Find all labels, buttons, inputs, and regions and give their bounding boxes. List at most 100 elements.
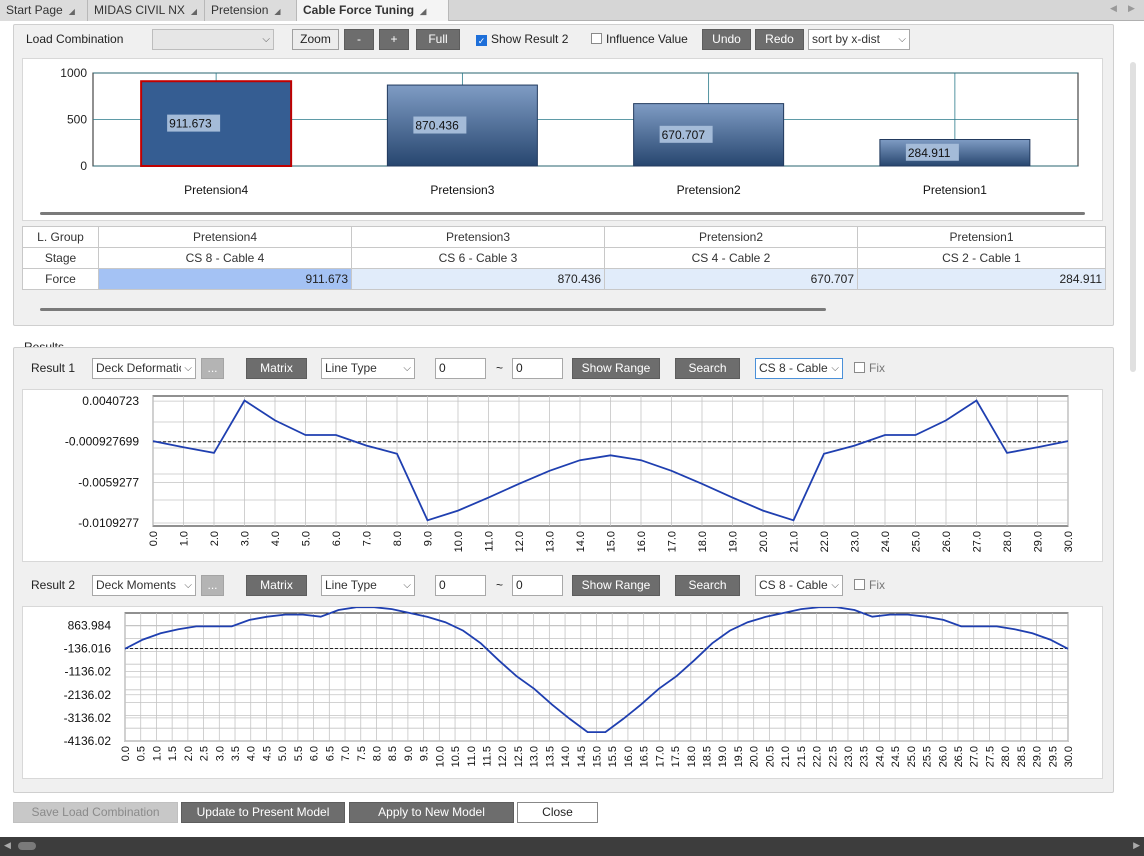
result1-chart-panel: 0.0 1.0 2.0 3.0 4.0 5.0 6.0 7.0 8.0 9.0 10.0 11.0 12… (22, 389, 1103, 562)
category-label: Pretension3 (430, 183, 494, 197)
result1-range-to-input[interactable]: 0 (512, 358, 563, 379)
result2-more-button[interactable]: ... (201, 575, 224, 596)
redo-button[interactable]: Redo (755, 29, 804, 50)
scroll-left-icon[interactable]: ◀ (4, 840, 11, 851)
full-button[interactable]: Full (416, 29, 460, 50)
group-cell: Pretension2 (604, 226, 858, 248)
influence-value-checkbox[interactable]: Influence Value (591, 32, 688, 46)
table-horizontal-scrollbar[interactable] (40, 308, 826, 311)
x-tick-label: 6.0 (331, 531, 343, 546)
x-tick-label: 15.5 (607, 746, 619, 767)
result2-chart-panel: 0.0 0.5 1.0 1.5 2.0 2.5 3.0 3.5 4.0 4.5 5.0 5.5 6.0 6… (22, 606, 1103, 779)
x-tick-label: 18.0 (686, 746, 698, 767)
chart-horizontal-scrollbar[interactable] (40, 212, 1085, 215)
apply-to-new-model-button[interactable]: Apply to New Model (349, 802, 514, 823)
load-combination-select[interactable]: ⌵ (152, 29, 274, 50)
x-tick-label: 1.5 (167, 746, 179, 761)
row-label: Stage (22, 247, 99, 269)
tab-scroll-left-icon[interactable]: ◀ (1110, 3, 1117, 14)
force-cell[interactable]: 670.707 (604, 268, 858, 290)
result2-line-type-select[interactable]: Line Type ⌵ (321, 575, 415, 596)
x-tick-label: 21.0 (789, 531, 801, 552)
group-cell: Pretension4 (98, 226, 352, 248)
tab-midas-civil[interactable]: MIDAS CIVIL NX ◢ (88, 0, 205, 21)
tab-pin-icon: ◢ (68, 7, 75, 16)
x-tick-label: 9.0 (403, 746, 415, 761)
result2-show-range-button[interactable]: Show Range (572, 575, 660, 596)
tab-label: MIDAS CIVIL NX (94, 3, 185, 17)
y-tick-label: -3136.02 (64, 711, 112, 725)
force-cell[interactable]: 911.673 (98, 268, 352, 290)
y-tick-label: 0.0040723 (82, 394, 139, 408)
result2-range-from-input[interactable]: 0 (435, 575, 486, 596)
bottom-scrollbar[interactable]: ◀ ▶ (0, 837, 1144, 856)
y-tick-label: -136.016 (64, 642, 112, 656)
x-tick-label: 29.0 (1032, 746, 1044, 767)
chevron-down-icon: ⌵ (401, 576, 411, 595)
undo-button[interactable]: Undo (702, 29, 751, 50)
x-tick-label: 14.0 (560, 746, 572, 767)
x-tick-label: 12.5 (513, 746, 525, 767)
category-label: Pretension4 (184, 183, 248, 197)
x-tick-label: 7.0 (362, 531, 374, 546)
x-tick-label: 4.5 (261, 746, 273, 761)
bar-value-label: 911.673 (169, 117, 212, 131)
x-tick-label: 22.0 (819, 531, 831, 552)
scroll-thumb[interactable] (1130, 62, 1136, 372)
scroll-right-icon[interactable]: ▶ (1133, 840, 1140, 851)
group-cell: Pretension1 (857, 226, 1106, 248)
result1-matrix-button[interactable]: Matrix (246, 358, 307, 379)
x-tick-label: 17.5 (670, 746, 682, 767)
result2-search-button[interactable]: Search (675, 575, 740, 596)
result2-matrix-button[interactable]: Matrix (246, 575, 307, 596)
show-result2-checkbox[interactable]: ✓ Show Result 2 (476, 32, 568, 46)
table-row: Force 911.673 870.436 670.707 284.911 (22, 268, 1106, 290)
x-tick-label: 0.0 (148, 531, 160, 546)
zoom-in-button[interactable]: + (379, 29, 409, 50)
x-tick-label: 28.0 (1000, 746, 1012, 767)
x-tick-label: 20.0 (749, 746, 761, 767)
result1-fix-checkbox[interactable]: Fix (854, 361, 885, 375)
chevron-down-icon: ⌵ (829, 359, 839, 378)
x-tick-label: 18.0 (697, 531, 709, 552)
zoom-button[interactable]: Zoom (292, 29, 339, 50)
x-tick-label: 24.0 (880, 531, 892, 552)
result1-type-select[interactable]: Deck Deformation⌵ (92, 358, 196, 379)
tab-scroll-right-icon[interactable]: ▶ (1128, 3, 1135, 14)
force-cell[interactable]: 870.436 (351, 268, 605, 290)
tab-start-page[interactable]: Start Page ◢ (0, 0, 88, 21)
result1-stage-select[interactable]: CS 8 - Cable 4⌵ (755, 358, 843, 379)
x-tick-label: 3.0 (214, 746, 226, 761)
tab-pin-icon: ◢ (274, 7, 281, 16)
x-tick-label: 9.0 (423, 531, 435, 546)
sort-select[interactable]: sort by x-dist ⌵ (808, 29, 910, 50)
result1-range-from-input[interactable]: 0 (435, 358, 486, 379)
result2-range-to-input[interactable]: 0 (512, 575, 563, 596)
chevron-down-icon: ⌵ (260, 30, 270, 49)
force-cell[interactable]: 284.911 (857, 268, 1106, 290)
tab-pretension[interactable]: Pretension ◢ (205, 0, 297, 21)
x-tick-label: 26.0 (937, 746, 949, 767)
vertical-scrollbar[interactable] (1126, 24, 1140, 824)
result1-line-type-select[interactable]: Line Type ⌵ (321, 358, 415, 379)
close-button[interactable]: Close (517, 802, 598, 823)
result2-type-select[interactable]: Deck Moments ⌵ (92, 575, 196, 596)
update-to-present-model-button[interactable]: Update to Present Model (181, 802, 345, 823)
x-tick-label: 17.0 (654, 746, 666, 767)
bar-value-label: 670.707 (662, 128, 706, 142)
result2-fix-checkbox[interactable]: Fix (854, 578, 885, 592)
result2-stage-select[interactable]: CS 8 - Cable 4⌵ (755, 575, 843, 596)
deck-moments-chart: 0.0 0.5 1.0 1.5 2.0 2.5 3.0 3.5 4.0 4.5 5.0 5.5 6.0 6… (64, 606, 1075, 767)
result1-search-button[interactable]: Search (675, 358, 740, 379)
result1-show-range-button[interactable]: Show Range (572, 358, 660, 379)
checkmark-icon: ✓ (476, 35, 487, 46)
select-value: Line Type (325, 361, 377, 375)
x-tick-label: 27.5 (984, 746, 996, 767)
y-tick-label: -0.000927699 (65, 435, 139, 449)
tab-cable-force-tuning[interactable]: Cable Force Tuning ◢ (297, 0, 449, 22)
result1-more-button[interactable]: ... (201, 358, 224, 379)
zoom-out-button[interactable]: - (344, 29, 374, 50)
save-load-combination-button[interactable]: Save Load Combination (13, 802, 178, 823)
scroll-thumb[interactable] (18, 842, 36, 850)
stage-cell: CS 2 - Cable 1 (857, 247, 1106, 269)
